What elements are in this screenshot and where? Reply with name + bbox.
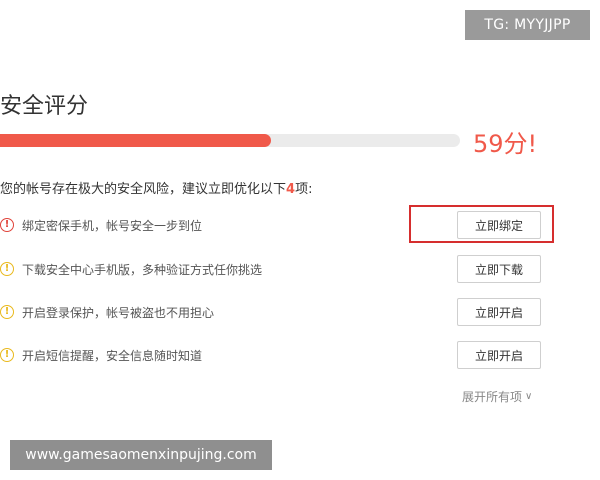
enable-login-protection-button[interactable]: 立即开启 [457,298,541,326]
security-item-sms-alert: ! 开启短信提醒，安全信息随时知道 [0,345,202,365]
exclamation-circle-icon: ! [0,305,14,319]
exclamation-circle-icon: ! [0,218,14,232]
exclamation-circle-icon: ! [0,262,14,276]
security-item-login-protection: ! 开启登录保护，帐号被盗也不用担心 [0,302,214,322]
security-item-bind-phone: ! 绑定密保手机，帐号安全一步到位 [0,215,202,235]
highlight-annotation [409,205,554,243]
security-item-text: 开启登录保护，帐号被盗也不用担心 [22,305,215,320]
risk-count: 4 [286,182,296,197]
summary-text: 您的帐号存在极大的安全风险，建议立即优化以下 [0,182,287,197]
expand-all-link[interactable]: 展开所有项 ∨ [462,388,532,405]
score-exclamation: ! [527,130,538,158]
security-score-bar [0,134,460,147]
chevron-down-icon: ∨ [525,391,533,402]
security-item-text: 开启短信提醒，安全信息随时知道 [22,348,203,363]
watermark-top: TG: MYYJJPP [465,10,590,40]
summary-suffix: 项: [295,182,313,197]
security-item-text: 下载安全中心手机版，多种验证方式任你挑选 [22,262,263,277]
risk-summary: 您的帐号存在极大的安全风险，建议立即优化以下4项: [0,178,312,197]
download-app-button[interactable]: 立即下载 [457,255,541,283]
enable-sms-alert-button[interactable]: 立即开启 [457,341,541,369]
watermark-bottom: www.gamesaomenxinpujing.com [10,440,272,470]
security-score-fill [0,134,272,147]
page-title: 安全评分 [0,94,89,119]
score-value: 59分 [473,130,528,158]
security-item-download-app: ! 下载安全中心手机版，多种验证方式任你挑选 [0,259,262,279]
security-item-text: 绑定密保手机，帐号安全一步到位 [22,218,203,233]
expand-label: 展开所有项 [462,390,523,404]
exclamation-circle-icon: ! [0,348,14,362]
security-score: 59分! [473,124,537,159]
